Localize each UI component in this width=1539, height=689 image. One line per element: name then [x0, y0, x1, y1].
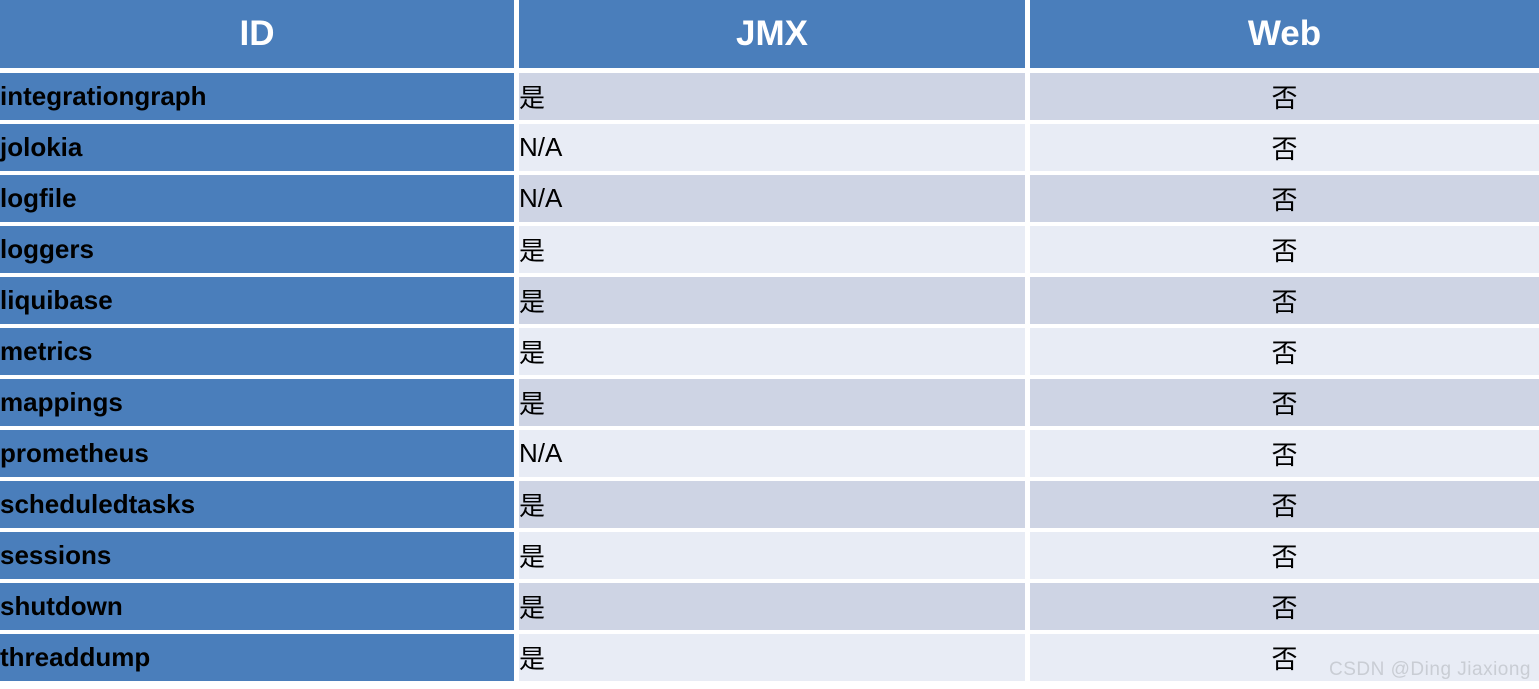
column-header-jmx: JMX	[519, 0, 1030, 73]
table-row: integrationgraph 是否	[0, 73, 1539, 124]
cell-id: scheduledtasks	[0, 481, 519, 532]
cell-jmx: 是	[519, 379, 1030, 430]
cell-jmx: N/A	[519, 430, 1030, 481]
cell-id: threaddump	[0, 634, 519, 685]
column-header-id: ID	[0, 0, 519, 73]
table-row: sessions 是否	[0, 532, 1539, 583]
cell-id: logfile	[0, 175, 519, 226]
table-row: prometheus N/A 否	[0, 430, 1539, 481]
cell-jmx: 是	[519, 226, 1030, 277]
cell-jmx: 是	[519, 583, 1030, 634]
cell-jmx: 是	[519, 634, 1030, 685]
cell-id: liquibase	[0, 277, 519, 328]
table-row: logfile N/A 否	[0, 175, 1539, 226]
cell-web: 否	[1030, 124, 1539, 175]
table-row: shutdown 是否	[0, 583, 1539, 634]
cell-web: 否	[1030, 481, 1539, 532]
column-header-web: Web	[1030, 0, 1539, 73]
cell-id: shutdown	[0, 583, 519, 634]
table-row: jolokia N/A 否	[0, 124, 1539, 175]
cell-web: 否	[1030, 73, 1539, 124]
cell-web: 否	[1030, 634, 1539, 685]
table-row: metrics 是否	[0, 328, 1539, 379]
cell-web: 否	[1030, 379, 1539, 430]
cell-jmx: 是	[519, 328, 1030, 379]
cell-id: prometheus	[0, 430, 519, 481]
table-container: ID JMX Web integrationgraph 是否 jolokia N/A 否…	[0, 0, 1539, 689]
cell-jmx: 是	[519, 481, 1030, 532]
cell-web: 否	[1030, 532, 1539, 583]
table-row: threaddump 是否	[0, 634, 1539, 685]
cell-id: integrationgraph	[0, 73, 519, 124]
cell-id: loggers	[0, 226, 519, 277]
table-row: liquibase 是否	[0, 277, 1539, 328]
table-header: ID JMX Web	[0, 0, 1539, 73]
cell-web: 否	[1030, 175, 1539, 226]
table-body: integrationgraph 是否 jolokia N/A 否 logfile N/A 否…	[0, 73, 1539, 685]
cell-jmx: 是	[519, 73, 1030, 124]
cell-web: 否	[1030, 226, 1539, 277]
cell-jmx: N/A	[519, 175, 1030, 226]
cell-web: 否	[1030, 583, 1539, 634]
cell-web: 否	[1030, 328, 1539, 379]
cell-jmx: 是	[519, 532, 1030, 583]
header-row: ID JMX Web	[0, 0, 1539, 73]
table-row: scheduledtasks 是否	[0, 481, 1539, 532]
table-row: mappings 是否	[0, 379, 1539, 430]
cell-id: mappings	[0, 379, 519, 430]
cell-id: metrics	[0, 328, 519, 379]
cell-jmx: N/A	[519, 124, 1030, 175]
cell-jmx: 是	[519, 277, 1030, 328]
table-row: loggers 是否	[0, 226, 1539, 277]
cell-id: sessions	[0, 532, 519, 583]
endpoints-table: ID JMX Web integrationgraph 是否 jolokia N/A 否…	[0, 0, 1539, 685]
cell-id: jolokia	[0, 124, 519, 175]
cell-web: 否	[1030, 430, 1539, 481]
cell-web: 否	[1030, 277, 1539, 328]
